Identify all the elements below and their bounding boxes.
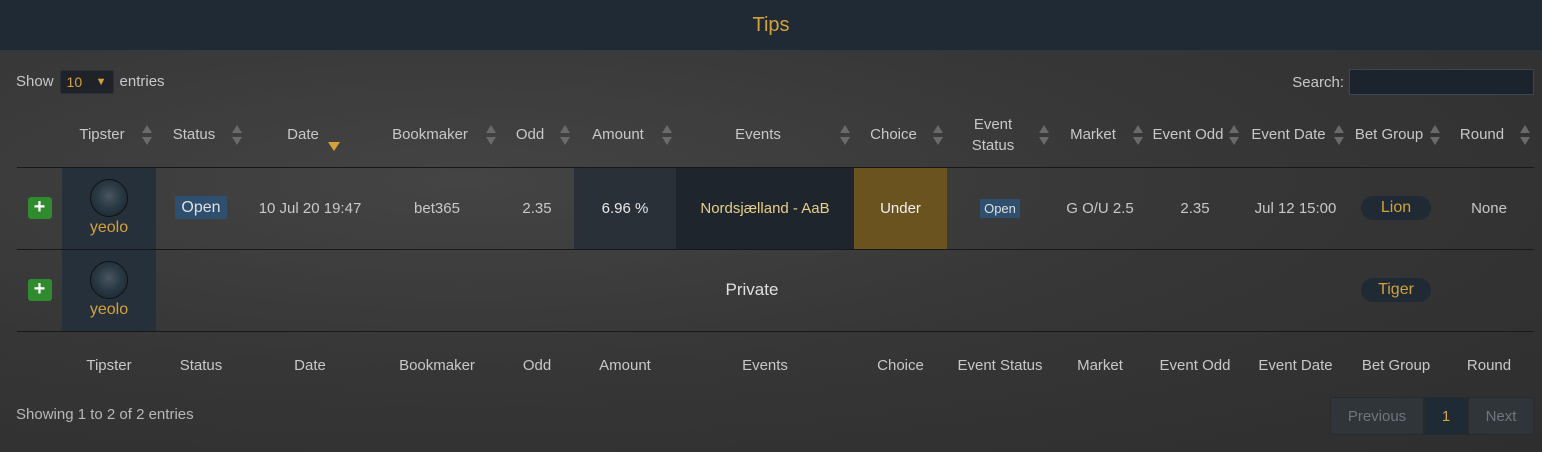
tipster-cell: yeolo xyxy=(62,167,156,250)
sort-icon xyxy=(560,124,570,145)
bookmaker-cell: bet365 xyxy=(374,167,500,250)
event-date-cell: Jul 12 15:00 xyxy=(1243,167,1348,250)
sort-icon xyxy=(933,124,943,145)
sort-icon xyxy=(1133,124,1143,145)
footer-col-amount: Amount xyxy=(574,330,676,399)
expand-cell: + xyxy=(17,249,62,332)
bet-group-badge: Lion xyxy=(1361,196,1431,220)
round-cell xyxy=(1444,249,1534,332)
col-header-tipster[interactable]: Tipster xyxy=(62,103,156,168)
sort-desc-icon xyxy=(328,142,340,151)
footer-col-event-odd: Event Odd xyxy=(1147,330,1243,399)
tips-table: Tipster Status Date Bookmaker Odd Amount… xyxy=(17,103,1534,399)
expand-plus-icon[interactable]: + xyxy=(27,197,52,219)
footer-col-bookmaker: Bookmaker xyxy=(374,330,500,399)
table-row: + yeolo Open 10 Jul 20 19:47 bet365 2.35… xyxy=(17,167,1534,250)
round-cell: None xyxy=(1444,167,1534,250)
event-status-cell: Open xyxy=(947,167,1053,250)
amount-cell: 6.96 % xyxy=(574,167,676,250)
footer-col-date: Date xyxy=(246,330,374,399)
footer-col-event-status: Event Status xyxy=(947,330,1053,399)
length-value: 10 xyxy=(66,73,83,90)
next-button[interactable]: Next xyxy=(1468,397,1534,435)
sort-icon xyxy=(1039,124,1049,145)
col-expand xyxy=(17,103,62,168)
expand-cell: + xyxy=(17,167,62,250)
choice-cell: Under xyxy=(854,167,947,250)
previous-button[interactable]: Previous xyxy=(1330,397,1424,435)
col-header-event-odd[interactable]: Event Odd xyxy=(1147,103,1243,168)
status-cell: Open xyxy=(156,167,246,250)
col-expand xyxy=(17,330,62,399)
avatar xyxy=(90,179,128,217)
length-control: Show 10 ▼ entries xyxy=(16,69,165,94)
search-label: Search: xyxy=(1292,73,1344,91)
col-header-round[interactable]: Round xyxy=(1444,103,1534,168)
pagination: Previous 1 Next xyxy=(1330,397,1534,435)
event-status-badge: Open xyxy=(980,198,1020,218)
footer-col-event-date: Event Date xyxy=(1243,330,1348,399)
col-header-amount[interactable]: Amount xyxy=(574,103,676,168)
col-header-events[interactable]: Events xyxy=(676,103,854,168)
footer-col-events: Events xyxy=(676,330,854,399)
col-header-event-date[interactable]: Event Date xyxy=(1243,103,1348,168)
bet-group-cell: Lion xyxy=(1348,167,1444,250)
col-header-choice[interactable]: Choice xyxy=(854,103,947,168)
sort-icon xyxy=(840,124,850,145)
sort-icon xyxy=(662,124,672,145)
page-1-button[interactable]: 1 xyxy=(1424,397,1468,435)
footer-col-bet-group: Bet Group xyxy=(1348,330,1444,399)
events-cell: Nordsjælland - AaB xyxy=(676,167,854,250)
search-control: Search: xyxy=(1292,69,1534,95)
col-header-status[interactable]: Status xyxy=(156,103,246,168)
page-header: Tips xyxy=(0,0,1542,50)
table-info: Showing 1 to 2 of 2 entries xyxy=(16,406,194,423)
col-header-bookmaker[interactable]: Bookmaker xyxy=(374,103,500,168)
footer-col-status: Status xyxy=(156,330,246,399)
entries-length-select[interactable]: 10 ▼ xyxy=(59,69,114,94)
footer-header-row: Tipster Status Date Bookmaker Odd Amount… xyxy=(17,330,1534,399)
chevron-down-icon: ▼ xyxy=(95,75,107,88)
table-row: + yeolo Private Tiger xyxy=(17,249,1534,332)
tipster-name[interactable]: yeolo xyxy=(62,219,156,237)
col-header-event-status[interactable]: Event Status xyxy=(947,103,1053,168)
tipster-cell: yeolo xyxy=(62,249,156,332)
sort-icon xyxy=(1430,124,1440,145)
sort-icon xyxy=(1334,124,1344,145)
date-cell: 10 Jul 20 19:47 xyxy=(246,167,374,250)
col-header-date[interactable]: Date xyxy=(246,103,374,168)
search-input[interactable] xyxy=(1349,69,1534,95)
event-odd-cell: 2.35 xyxy=(1147,167,1243,250)
page-title: Tips xyxy=(752,13,790,36)
col-header-bet-group[interactable]: Bet Group xyxy=(1348,103,1444,168)
market-cell: G O/U 2.5 xyxy=(1053,167,1147,250)
col-header-market[interactable]: Market xyxy=(1053,103,1147,168)
footer-col-tipster: Tipster xyxy=(62,330,156,399)
show-label: Show xyxy=(16,73,54,90)
avatar xyxy=(90,261,128,299)
expand-plus-icon[interactable]: + xyxy=(27,279,52,301)
header-row: Tipster Status Date Bookmaker Odd Amount… xyxy=(17,103,1534,168)
private-label: Private xyxy=(725,280,779,299)
col-header-odd[interactable]: Odd xyxy=(500,103,574,168)
bet-group-badge: Tiger xyxy=(1361,278,1431,302)
bet-group-cell: Tiger xyxy=(1348,249,1444,332)
footer-col-choice: Choice xyxy=(854,330,947,399)
footer-col-round: Round xyxy=(1444,330,1534,399)
odd-cell: 2.35 xyxy=(500,167,574,250)
sort-icon xyxy=(1520,124,1530,145)
private-cell: Private xyxy=(156,249,1348,332)
entries-label: entries xyxy=(119,73,165,90)
sort-icon xyxy=(486,124,496,145)
sort-icon xyxy=(1229,124,1239,145)
status-badge: Open xyxy=(175,196,227,219)
tipster-name[interactable]: yeolo xyxy=(62,301,156,319)
sort-icon xyxy=(232,124,242,145)
footer-col-market: Market xyxy=(1053,330,1147,399)
sort-icon xyxy=(142,124,152,145)
footer-col-odd: Odd xyxy=(500,330,574,399)
